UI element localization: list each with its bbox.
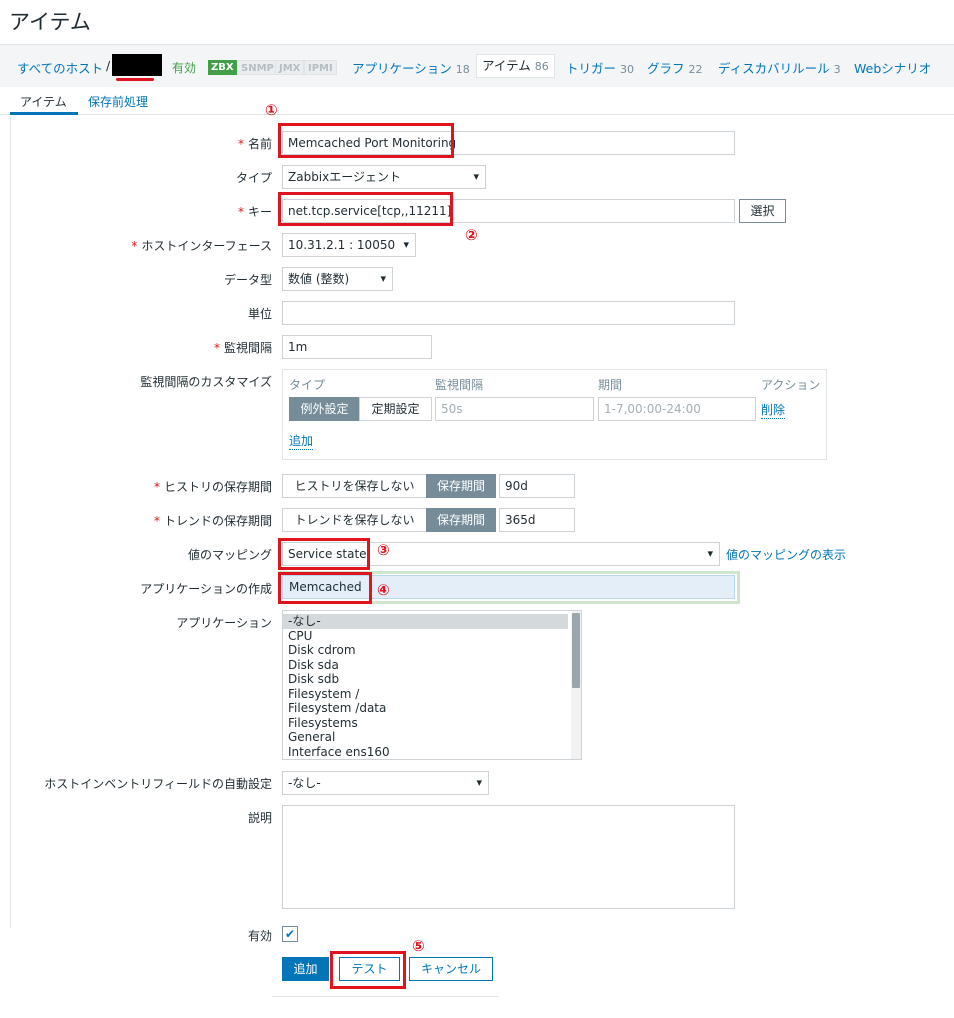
page-title: アイテム: [9, 10, 91, 34]
flexible-toggle[interactable]: 例外設定: [289, 397, 360, 421]
col-interval-header: 監視間隔: [435, 378, 484, 392]
annotation-marker-4: ④: [377, 581, 390, 599]
datatype-label: データ型: [223, 273, 272, 287]
nav-discovery-link[interactable]: ディスカバリルール 3: [718, 58, 841, 77]
description-textarea[interactable]: [282, 805, 735, 909]
key-label: * キー: [237, 205, 272, 219]
units-label: 単位: [247, 307, 272, 321]
active-tab-indicator: [10, 112, 78, 115]
trends-store-toggle[interactable]: 保存期間: [426, 508, 496, 532]
tab-preprocessing[interactable]: 保存前処理: [88, 93, 148, 110]
nav-applications-link[interactable]: アプリケーション 18: [352, 58, 470, 77]
interval-input[interactable]: 1m: [282, 335, 432, 359]
annotation-marker-1: ①: [265, 101, 278, 119]
history-period-input[interactable]: 90d: [499, 474, 575, 498]
chevron-down-icon: ▾: [403, 238, 409, 251]
chevron-down-icon: ▾: [473, 170, 479, 183]
annotation-box-key: [278, 192, 453, 226]
list-item[interactable]: Filesystem /: [283, 687, 581, 702]
list-item[interactable]: Filesystem /data: [283, 701, 581, 716]
form-left-border: [10, 116, 11, 928]
interface-select[interactable]: 10.31.2.1 : 10050 ▾: [282, 233, 416, 257]
inventory-label: ホストインベントリフィールドの自動設定: [44, 777, 272, 791]
name-label: * 名前: [237, 137, 272, 151]
tab-item[interactable]: アイテム: [20, 93, 67, 110]
annotation-box-name: [278, 123, 454, 158]
cancel-button[interactable]: キャンセル: [409, 957, 493, 981]
annotation-box-test: [330, 951, 406, 989]
interval-label: * 監視間隔: [213, 341, 272, 355]
nav-items-link[interactable]: アイテム 86: [476, 54, 555, 78]
trends-nostore-toggle[interactable]: トレンドを保存しない: [282, 508, 427, 532]
nav-graphs-link[interactable]: グラフ 22: [647, 58, 703, 77]
host-status-enabled[interactable]: 有効: [172, 59, 196, 76]
nav-triggers-link[interactable]: トリガー 30: [566, 58, 634, 77]
ipmi-availability-badge: IPMI: [304, 60, 337, 75]
checkmark-icon: ✔: [284, 927, 296, 941]
enabled-label: 有効: [247, 929, 272, 943]
host-name-underline-mark: [116, 78, 154, 81]
form-tabs: アイテム 保存前処理: [0, 87, 954, 115]
custom-intervals-table: タイプ 監視間隔 期間 アクション 例外設定 定期設定 50s 1-7,00:0…: [282, 369, 827, 460]
units-input[interactable]: [282, 301, 735, 325]
list-item[interactable]: CPU: [283, 629, 581, 644]
interface-label: * ホストインターフェース: [131, 239, 272, 253]
annotation-marker-3: ③: [377, 541, 390, 559]
chevron-down-icon: ▾: [707, 547, 713, 560]
remove-interval-link[interactable]: 削除: [761, 401, 786, 419]
history-nostore-toggle[interactable]: ヒストリを保存しない: [282, 474, 427, 498]
annotation-box-valuemap: [278, 538, 370, 570]
annotation-box-application: [278, 572, 372, 604]
list-item[interactable]: Disk cdrom: [283, 643, 581, 658]
applications-label: アプリケーション: [176, 616, 272, 630]
history-store-toggle[interactable]: 保存期間: [426, 474, 496, 498]
custom-period-input[interactable]: 1-7,00:00-24:00: [598, 397, 756, 421]
zbx-availability-badge: ZBX: [208, 60, 237, 75]
col-type-header: タイプ: [289, 378, 326, 392]
type-label: タイプ: [235, 171, 272, 185]
nav-web-link[interactable]: Webシナリオ: [854, 58, 931, 77]
show-valuemap-link[interactable]: 値のマッピングの表示: [726, 546, 846, 563]
type-select[interactable]: Zabbixエージェント ▾: [282, 165, 486, 189]
inventory-select[interactable]: -なし- ▾: [282, 771, 489, 795]
chevron-down-icon: ▾: [476, 776, 482, 789]
list-item[interactable]: General: [283, 730, 581, 745]
add-button[interactable]: 追加: [282, 957, 329, 981]
chevron-down-icon: ▾: [380, 272, 386, 285]
scheduling-toggle[interactable]: 定期設定: [359, 397, 432, 421]
key-select-button[interactable]: 選択: [739, 199, 786, 223]
host-navigation: すべてのホスト / 有効 ZBX SNMP JMX IPMI アプリケーション 1…: [0, 44, 954, 87]
col-period-header: 期間: [598, 378, 623, 392]
datatype-select[interactable]: 数値 (整数) ▾: [282, 267, 393, 291]
applications-listbox[interactable]: -なし- CPU Disk cdrom Disk sda Disk sdb Fi…: [282, 610, 582, 760]
scrollbar-thumb[interactable]: [572, 613, 580, 688]
list-item[interactable]: -なし-: [283, 614, 568, 629]
new-application-label: アプリケーションの作成: [140, 582, 272, 596]
history-label: * ヒストリの保存期間: [153, 480, 272, 494]
snmp-availability-badge: SNMP: [237, 60, 278, 75]
jmx-availability-badge: JMX: [275, 60, 305, 75]
trends-label: * トレンドの保存期間: [153, 514, 272, 528]
description-label: 説明: [247, 811, 272, 825]
col-action-header: アクション: [761, 378, 821, 392]
annotation-marker-5: ⑤: [412, 937, 425, 955]
annotation-marker-2: ②: [465, 226, 478, 244]
applications-scrollbar[interactable]: [571, 611, 581, 759]
host-name-redacted[interactable]: [112, 54, 162, 76]
add-interval-link[interactable]: 追加: [289, 432, 314, 450]
breadcrumb-separator: /: [106, 58, 111, 73]
enabled-checkbox[interactable]: ✔: [282, 926, 298, 942]
list-item[interactable]: Disk sdb: [283, 672, 581, 687]
nav-all-hosts-link[interactable]: すべてのホスト: [17, 58, 103, 77]
valuemap-label: 値のマッピング: [187, 548, 272, 562]
list-item[interactable]: Disk sda: [283, 658, 581, 673]
list-item[interactable]: Filesystems: [283, 716, 581, 731]
footer-divider: [272, 996, 498, 997]
trends-period-input[interactable]: 365d: [499, 508, 575, 532]
custom-interval-input[interactable]: 50s: [435, 397, 594, 421]
list-item[interactable]: Interface ens160: [283, 745, 581, 760]
custom-intervals-label: 監視間隔のカスタマイズ: [140, 375, 272, 389]
